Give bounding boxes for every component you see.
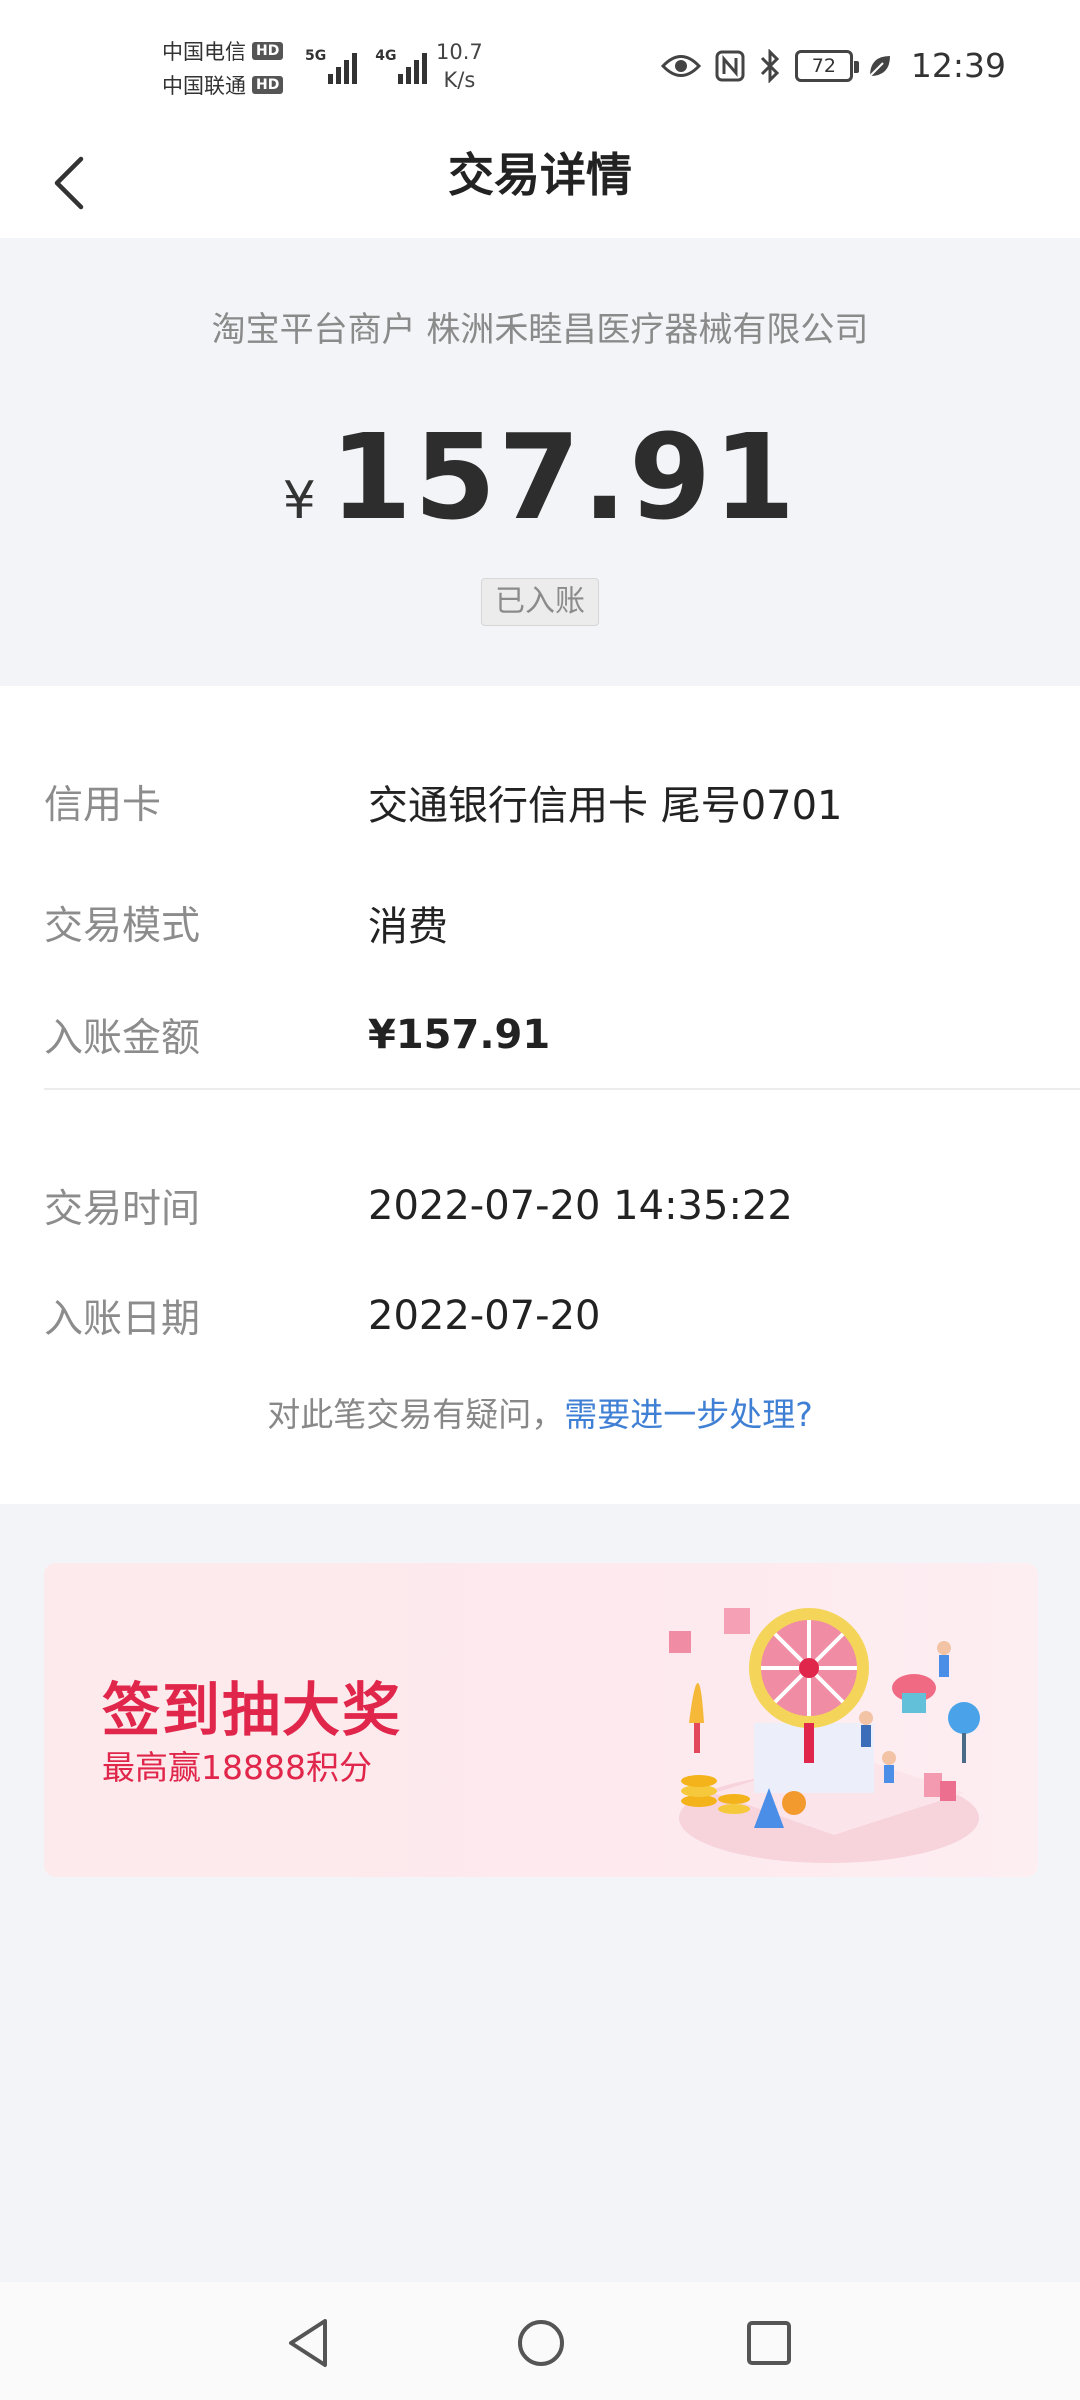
mode-label: 交易模式 [44, 904, 201, 949]
network-type-2: 4G [375, 48, 397, 64]
hd-badge: HD [252, 76, 284, 94]
system-nav-bar [0, 2282, 1080, 2400]
carrier-2: 中国联通 [162, 74, 246, 98]
merchant-name: 淘宝平台商户 株洲禾睦昌医疗器械有限公司 [211, 310, 869, 350]
nav-back-icon [289, 2319, 327, 2367]
bluetooth-icon [760, 48, 780, 83]
carrier-info: 中国电信 HD 中国联通 HD [162, 34, 322, 102]
signal-bars-icon [398, 44, 428, 84]
currency-symbol: ¥ [282, 471, 316, 531]
app-header: 交易详情 [0, 135, 1080, 238]
status-bar: 中国电信 HD 中国联通 HD 5G 4G 10.7 K/s 72 12:39 [0, 0, 1080, 135]
lottery-illustration [669, 1608, 980, 1863]
hd-badge: HD [252, 42, 284, 60]
posted-amount-value: ¥157.91 [368, 1012, 551, 1058]
network-type-1: 5G [305, 48, 327, 64]
leaf-icon [869, 55, 890, 77]
detail-row-card: 信用卡 交通银行信用卡 尾号0701 [44, 772, 1080, 832]
promo-subtitle: 最高赢18888积分 [102, 1748, 372, 1787]
signal-indicators: 5G 4G [305, 44, 445, 84]
network-speed: 10.7 K/s [436, 38, 483, 94]
date-label: 入账日期 [44, 1297, 201, 1342]
page-title: 交易详情 [448, 148, 632, 202]
battery-icon: 72 [794, 49, 859, 82]
nav-recents-icon [747, 2321, 791, 2365]
speed-unit: K/s [443, 68, 476, 92]
time-value: 2022-07-20 14:35:22 [368, 1183, 793, 1229]
promo-banner[interactable]: 签到抽大奖 最高赢18888积分 [44, 1563, 1038, 1877]
status-badge: 已入账 [481, 578, 599, 626]
nav-back-button[interactable] [274, 2308, 344, 2378]
nav-home-button[interactable] [506, 2308, 576, 2378]
back-arrow-icon [54, 156, 84, 210]
nav-recents-button[interactable] [734, 2308, 804, 2378]
status-icons: 72 12:39 [660, 46, 1006, 85]
nfc-icon [715, 50, 745, 81]
nav-home-icon [518, 2320, 564, 2366]
help-text: 对此笔交易有疑问，需要进一步处理? [0, 1388, 1080, 1436]
back-button[interactable] [34, 143, 104, 223]
battery-level: 72 [811, 54, 836, 77]
card-value: 交通银行信用卡 尾号0701 [368, 783, 843, 829]
help-link[interactable]: 需要进一步处理? [564, 1395, 813, 1434]
date-value: 2022-07-20 [368, 1293, 601, 1339]
divider [44, 1088, 1080, 1090]
amount-row: ¥ 157.91 [0, 408, 1080, 546]
transaction-summary: 淘宝平台商户 株洲禾睦昌医疗器械有限公司 ¥ 157.91 已入账 [0, 238, 1080, 686]
transaction-amount: 157.91 [329, 408, 798, 546]
card-label: 信用卡 [44, 783, 162, 828]
carrier-1: 中国电信 [162, 40, 246, 64]
time-label: 交易时间 [44, 1187, 201, 1232]
promo-title: 签到抽大奖 [102, 1676, 403, 1744]
detail-row-posted-amount: 入账金额 ¥157.91 [44, 1005, 1080, 1065]
help-question: 对此笔交易有疑问， [267, 1395, 565, 1434]
mode-value: 消费 [368, 904, 448, 950]
speed-value: 10.7 [436, 40, 483, 64]
detail-row-date: 入账日期 2022-07-20 [44, 1286, 1080, 1346]
detail-row-mode: 交易模式 消费 [44, 893, 1080, 953]
transaction-details: 信用卡 交通银行信用卡 尾号0701 交易模式 消费 入账金额 ¥157.91 … [0, 686, 1080, 1504]
detail-row-time: 交易时间 2022-07-20 14:35:22 [44, 1176, 1080, 1236]
clock: 12:39 [910, 46, 1006, 85]
posted-amount-label: 入账金额 [44, 1016, 201, 1061]
eye-icon [660, 54, 701, 77]
signal-bars-icon [328, 44, 358, 84]
